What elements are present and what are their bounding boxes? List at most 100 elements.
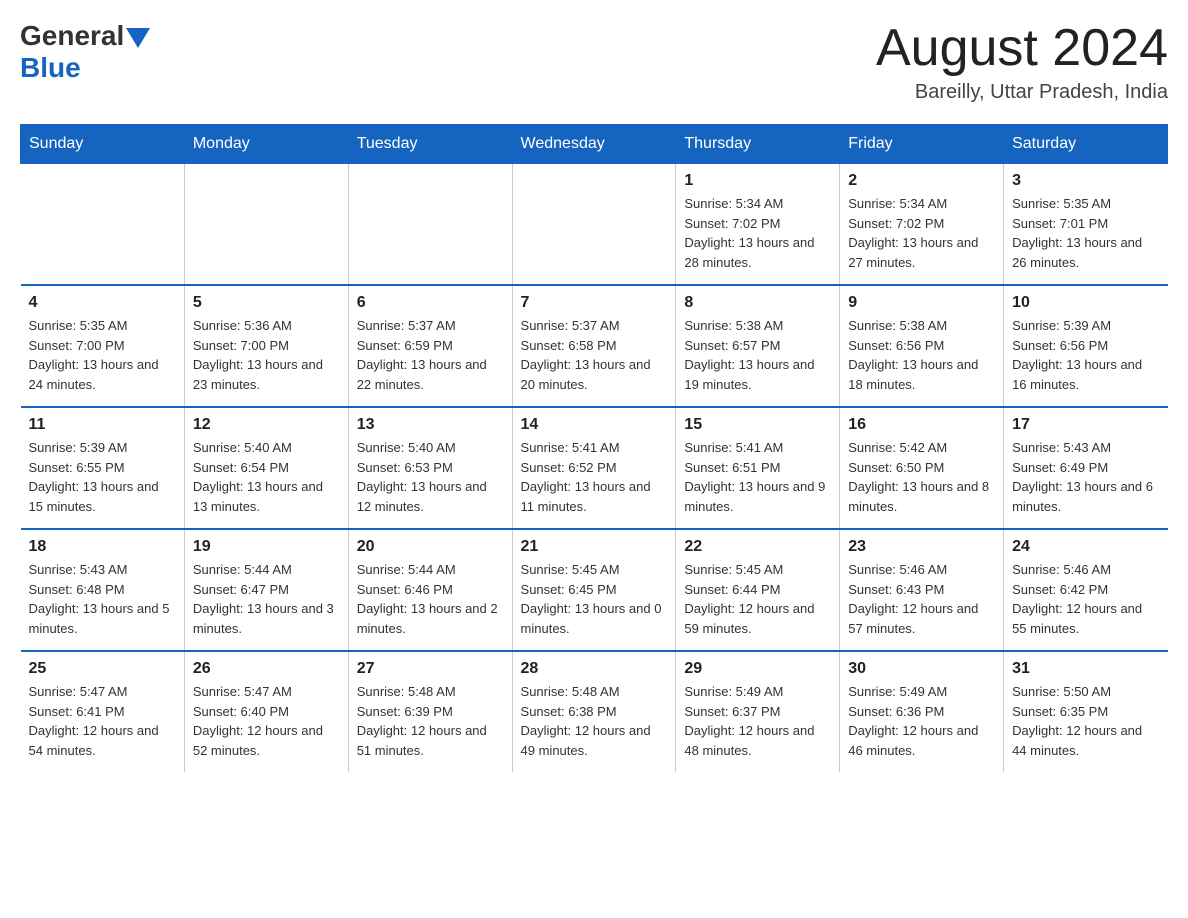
day-info: Sunrise: 5:46 AM Sunset: 6:42 PM Dayligh… (1012, 560, 1159, 638)
day-number: 20 (357, 538, 504, 556)
day-info: Sunrise: 5:34 AM Sunset: 7:02 PM Dayligh… (684, 194, 831, 272)
day-info: Sunrise: 5:50 AM Sunset: 6:35 PM Dayligh… (1012, 682, 1159, 760)
day-number: 17 (1012, 416, 1159, 434)
day-number: 14 (521, 416, 668, 434)
day-info: Sunrise: 5:36 AM Sunset: 7:00 PM Dayligh… (193, 316, 340, 394)
calendar-header: SundayMondayTuesdayWednesdayThursdayFrid… (21, 125, 1168, 164)
calendar-cell: 31 Sunrise: 5:50 AM Sunset: 6:35 PM Dayli… (1004, 651, 1168, 772)
day-info: Sunrise: 5:35 AM Sunset: 7:01 PM Dayligh… (1012, 194, 1159, 272)
day-number: 10 (1012, 294, 1159, 312)
day-number: 31 (1012, 660, 1159, 678)
week-row-3: 11 Sunrise: 5:39 AM Sunset: 6:55 PM Dayli… (21, 407, 1168, 529)
day-info: Sunrise: 5:45 AM Sunset: 6:45 PM Dayligh… (521, 560, 668, 638)
day-info: Sunrise: 5:38 AM Sunset: 6:57 PM Dayligh… (684, 316, 831, 394)
location-title: Bareilly, Uttar Pradesh, India (876, 81, 1168, 104)
calendar-cell: 25Sunrise: 5:47 AM Sunset: 6:41 PM Dayli… (21, 651, 185, 772)
day-info: Sunrise: 5:48 AM Sunset: 6:39 PM Dayligh… (357, 682, 504, 760)
calendar-cell: 26 Sunrise: 5:47 AM Sunset: 6:40 PM Dayli… (184, 651, 348, 772)
day-info: Sunrise: 5:39 AM Sunset: 6:55 PM Dayligh… (29, 438, 176, 516)
day-number: 2 (848, 172, 995, 190)
day-info: Sunrise: 5:49 AM Sunset: 6:37 PM Dayligh… (684, 682, 831, 760)
day-number: 26 (193, 660, 340, 678)
day-number: 12 (193, 416, 340, 434)
calendar-cell: 2 Sunrise: 5:34 AM Sunset: 7:02 PM Daylig… (840, 164, 1004, 286)
day-info: Sunrise: 5:45 AM Sunset: 6:44 PM Dayligh… (684, 560, 831, 638)
calendar-cell: 4Sunrise: 5:35 AM Sunset: 7:00 PM Daylig… (21, 285, 185, 407)
day-info: Sunrise: 5:37 AM Sunset: 6:59 PM Dayligh… (357, 316, 504, 394)
calendar-cell (21, 164, 185, 286)
calendar-cell: 15 Sunrise: 5:41 AM Sunset: 6:51 PM Dayli… (676, 407, 840, 529)
week-row-4: 18 Sunrise: 5:43 AM Sunset: 6:48 PM Dayli… (21, 529, 1168, 651)
day-info: Sunrise: 5:43 AM Sunset: 6:49 PM Dayligh… (1012, 438, 1159, 516)
day-number: 8 (684, 294, 831, 312)
page-header: General Blue August 2024 Bareilly, Uttar… (20, 20, 1168, 104)
calendar-cell: 27 Sunrise: 5:48 AM Sunset: 6:39 PM Dayli… (348, 651, 512, 772)
calendar-cell: 16 Sunrise: 5:42 AM Sunset: 6:50 PM Dayli… (840, 407, 1004, 529)
day-info: Sunrise: 5:43 AM Sunset: 6:48 PM Dayligh… (29, 560, 176, 638)
day-number: 6 (357, 294, 504, 312)
day-info: Sunrise: 5:40 AM Sunset: 6:54 PM Dayligh… (193, 438, 340, 516)
calendar-body: 1 Sunrise: 5:34 AM Sunset: 7:02 PM Daylig… (21, 164, 1168, 773)
day-info: Sunrise: 5:49 AM Sunset: 6:36 PM Dayligh… (848, 682, 995, 760)
day-info: Sunrise: 5:44 AM Sunset: 6:46 PM Dayligh… (357, 560, 504, 638)
calendar-cell: 30 Sunrise: 5:49 AM Sunset: 6:36 PM Dayli… (840, 651, 1004, 772)
header-day-tuesday: Tuesday (348, 125, 512, 164)
calendar-cell: 12 Sunrise: 5:40 AM Sunset: 6:54 PM Dayli… (184, 407, 348, 529)
calendar-cell: 6 Sunrise: 5:37 AM Sunset: 6:59 PM Daylig… (348, 285, 512, 407)
day-info: Sunrise: 5:41 AM Sunset: 6:52 PM Dayligh… (521, 438, 668, 516)
header-day-wednesday: Wednesday (512, 125, 676, 164)
day-number: 16 (848, 416, 995, 434)
calendar-cell: 18 Sunrise: 5:43 AM Sunset: 6:48 PM Dayli… (21, 529, 185, 651)
calendar-cell: 14 Sunrise: 5:41 AM Sunset: 6:52 PM Dayli… (512, 407, 676, 529)
day-number: 5 (193, 294, 340, 312)
title-section: August 2024 Bareilly, Uttar Pradesh, Ind… (876, 20, 1168, 104)
logo-blue-text: Blue (20, 52, 150, 84)
day-info: Sunrise: 5:39 AM Sunset: 6:56 PM Dayligh… (1012, 316, 1159, 394)
header-day-thursday: Thursday (676, 125, 840, 164)
day-info: Sunrise: 5:48 AM Sunset: 6:38 PM Dayligh… (521, 682, 668, 760)
header-row: SundayMondayTuesdayWednesdayThursdayFrid… (21, 125, 1168, 164)
day-info: Sunrise: 5:41 AM Sunset: 6:51 PM Dayligh… (684, 438, 831, 516)
day-info: Sunrise: 5:42 AM Sunset: 6:50 PM Dayligh… (848, 438, 995, 516)
calendar-cell: 21 Sunrise: 5:45 AM Sunset: 6:45 PM Dayli… (512, 529, 676, 651)
day-number: 3 (1012, 172, 1159, 190)
calendar-cell: 5 Sunrise: 5:36 AM Sunset: 7:00 PM Daylig… (184, 285, 348, 407)
calendar-cell: 7Sunrise: 5:37 AM Sunset: 6:58 PM Daylig… (512, 285, 676, 407)
day-number: 21 (521, 538, 668, 556)
day-info: Sunrise: 5:37 AM Sunset: 6:58 PM Dayligh… (521, 316, 668, 394)
calendar-cell (512, 164, 676, 286)
day-info: Sunrise: 5:34 AM Sunset: 7:02 PM Dayligh… (848, 194, 995, 272)
month-title: August 2024 (876, 20, 1168, 77)
calendar-cell: 29 Sunrise: 5:49 AM Sunset: 6:37 PM Dayli… (676, 651, 840, 772)
day-info: Sunrise: 5:44 AM Sunset: 6:47 PM Dayligh… (193, 560, 340, 638)
calendar-cell: 23Sunrise: 5:46 AM Sunset: 6:43 PM Dayli… (840, 529, 1004, 651)
day-number: 24 (1012, 538, 1159, 556)
calendar-cell: 24 Sunrise: 5:46 AM Sunset: 6:42 PM Dayli… (1004, 529, 1168, 651)
calendar-cell: 22 Sunrise: 5:45 AM Sunset: 6:44 PM Dayli… (676, 529, 840, 651)
logo-triangle-icon (126, 28, 150, 48)
calendar-cell: 17 Sunrise: 5:43 AM Sunset: 6:49 PM Dayli… (1004, 407, 1168, 529)
day-number: 30 (848, 660, 995, 678)
day-info: Sunrise: 5:38 AM Sunset: 6:56 PM Dayligh… (848, 316, 995, 394)
calendar-cell (184, 164, 348, 286)
logo-general-text: General (20, 20, 124, 52)
day-number: 28 (521, 660, 668, 678)
logo: General Blue (20, 20, 150, 84)
day-info: Sunrise: 5:47 AM Sunset: 6:40 PM Dayligh… (193, 682, 340, 760)
day-number: 29 (684, 660, 831, 678)
day-number: 25 (29, 660, 176, 678)
calendar-cell: 28 Sunrise: 5:48 AM Sunset: 6:38 PM Dayli… (512, 651, 676, 772)
day-number: 27 (357, 660, 504, 678)
header-day-sunday: Sunday (21, 125, 185, 164)
day-number: 22 (684, 538, 831, 556)
day-number: 18 (29, 538, 176, 556)
calendar-cell: 11 Sunrise: 5:39 AM Sunset: 6:55 PM Dayli… (21, 407, 185, 529)
calendar-cell: 20 Sunrise: 5:44 AM Sunset: 6:46 PM Dayli… (348, 529, 512, 651)
day-number: 13 (357, 416, 504, 434)
calendar-cell: 9Sunrise: 5:38 AM Sunset: 6:56 PM Daylig… (840, 285, 1004, 407)
day-number: 15 (684, 416, 831, 434)
day-number: 11 (29, 416, 176, 434)
day-info: Sunrise: 5:35 AM Sunset: 7:00 PM Dayligh… (29, 316, 176, 394)
day-number: 1 (684, 172, 831, 190)
day-info: Sunrise: 5:46 AM Sunset: 6:43 PM Dayligh… (848, 560, 995, 638)
